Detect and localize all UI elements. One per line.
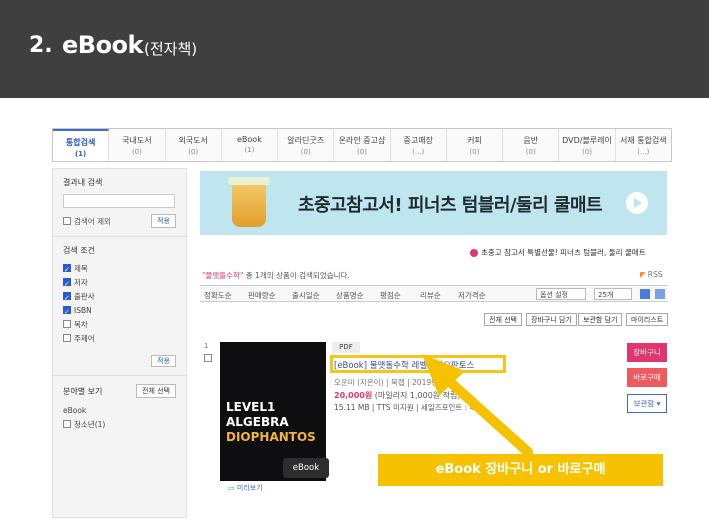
category-checkbox[interactable] xyxy=(63,420,71,428)
product-title-link[interactable]: [eBook] 물맷돌수학 레벨1 디오판토스 xyxy=(334,359,474,371)
cart-button[interactable]: 장바구니 xyxy=(627,343,667,362)
result-summary: "물맷돌수학" 총 1개의 상품이 검색되었습니다. xyxy=(202,271,350,280)
sort-name[interactable]: 상품명순 xyxy=(336,290,364,301)
sort-accuracy[interactable]: 정확도순 xyxy=(204,290,232,301)
filter-sidebar: 결과내 검색 검색어 제외 적용 검색 조건 제목 저자 출판사 ISBN 목차… xyxy=(52,168,187,518)
category-tabs: 통합검색 (1) 국내도서 (0) 외국도서 (0) eBook (1) 알라딘굿즈 (0… xyxy=(52,128,672,162)
row-number: 1 xyxy=(204,342,209,350)
within-search-input[interactable] xyxy=(63,194,175,208)
condition-checkbox[interactable] xyxy=(63,263,71,277)
promo-dot-icon xyxy=(470,249,478,257)
cover-text: LEVEL1 ALGEBRA xyxy=(226,400,289,429)
within-apply-button[interactable]: 적용 xyxy=(151,214,176,228)
promo-link[interactable]: 초중고 참고서 특별선물! 피너츠 텀블러, 둘리 쿨매트 xyxy=(470,247,646,258)
rss-link[interactable]: ◤ RSS xyxy=(640,270,663,279)
condition-checkbox[interactable] xyxy=(63,320,71,328)
sort-bar: 정확도순 판매량순 출시일순 상품명순 평점순 리뷰순 저가격순 옵션 설정 2… xyxy=(200,285,668,302)
tab-ebook[interactable]: eBook (1) xyxy=(222,129,279,161)
row-checkbox[interactable] xyxy=(204,354,212,362)
condition-apply-button[interactable]: 적용 xyxy=(151,355,176,367)
condition-checkbox[interactable] xyxy=(63,277,71,291)
condition-title: 검색 조건 xyxy=(63,246,95,255)
condition-author[interactable]: 저자 xyxy=(63,276,176,291)
callout-label: eBook 장바구니 or 바로구매 xyxy=(378,454,663,486)
tab-coffee[interactable]: 커피 (0) xyxy=(447,129,504,161)
condition-title-field[interactable]: 제목 xyxy=(63,262,176,277)
product-price: 20,000원 (마일리지 1,000원 적립) xyxy=(334,391,461,400)
sort-low-price[interactable]: 저가격순 xyxy=(458,290,486,301)
select-all-button[interactable]: 전체 선택 xyxy=(484,313,522,326)
tab-dvd[interactable]: DVD/블루레이 (0) xyxy=(559,129,616,161)
condition-toc[interactable]: 목차 xyxy=(63,318,176,332)
condition-checkbox[interactable] xyxy=(63,305,71,319)
product-file-info: 15.11 MB | TTS 미지원 | 세일즈포인트 : 40 xyxy=(334,403,480,412)
section-subtitle: (전자책) xyxy=(144,40,198,58)
section-title: eBook xyxy=(62,31,144,59)
slide: 2. eBook (전자책) 통합검색 (1) 국내도서 (0) 외국도서 (0) e… xyxy=(0,0,709,529)
mylist-button[interactable]: 마이리스트 xyxy=(626,313,669,326)
sort-review[interactable]: 리뷰순 xyxy=(420,290,441,301)
category-select-all-button[interactable]: 전체 선택 xyxy=(136,384,176,398)
banner-text: 초중고참고서! 피너츠 텀블러/둘리 쿨매트 xyxy=(298,195,603,216)
format-tag: PDF xyxy=(332,342,360,353)
add-cart-button[interactable]: 장바구니 담기 xyxy=(526,313,577,326)
tab-used-store[interactable]: 중고매장 (...) xyxy=(391,129,447,161)
tab-foreign-books[interactable]: 외국도서 (0) xyxy=(166,129,222,161)
condition-keyword[interactable]: 주제어 xyxy=(63,332,176,346)
sort-sales[interactable]: 판매량순 xyxy=(248,290,276,301)
slide-header: 2. eBook (전자책) xyxy=(0,0,709,98)
page-size-select[interactable]: 25개 xyxy=(594,288,632,300)
cover-subtitle: DIOPHANTOS xyxy=(226,430,316,444)
play-icon[interactable] xyxy=(626,192,648,214)
tab-online-used[interactable]: 온라인 중고샵 (0) xyxy=(334,129,391,161)
add-keep-button[interactable]: 보관함 담기 xyxy=(578,313,623,326)
condition-publisher[interactable]: 출판사 xyxy=(63,290,176,305)
product-meta: 오운미 (지은이) | 북랩 | 2019년 8월 xyxy=(334,378,453,387)
tab-library-search[interactable]: 서재 통합검색 (...) xyxy=(616,129,671,161)
tab-domestic-books[interactable]: 국내도서 (0) xyxy=(109,129,166,161)
category-teen[interactable]: 청소년(1) xyxy=(63,418,176,432)
within-search-title: 결과내 검색 xyxy=(63,178,103,187)
except-label: 검색어 제외 xyxy=(74,216,111,226)
tumbler-image xyxy=(228,177,270,229)
except-checkbox[interactable] xyxy=(63,216,71,225)
tab-integrated[interactable]: 통합검색 (1) xyxy=(53,129,110,161)
condition-isbn[interactable]: ISBN xyxy=(63,304,176,319)
tab-music[interactable]: 음반 (0) xyxy=(503,129,560,161)
condition-checkbox[interactable] xyxy=(63,291,71,305)
ebook-badge: eBook xyxy=(283,458,329,478)
condition-checkbox[interactable] xyxy=(63,334,71,342)
section-number: 2. xyxy=(29,33,53,58)
promo-banner[interactable]: 초중고참고서! 피너츠 텀블러/둘리 쿨매트 xyxy=(200,171,667,235)
rss-icon: ◤ xyxy=(640,270,646,279)
grid-view-icon[interactable] xyxy=(655,289,665,299)
within-search-section: 결과내 검색 검색어 제외 적용 xyxy=(53,169,186,237)
category-section: 분야별 보기 전체 선택 eBook 청소년(1) xyxy=(53,376,186,440)
list-view-icon[interactable] xyxy=(640,289,650,299)
keep-button[interactable]: 보관함 ▾ xyxy=(627,394,667,413)
search-condition-section: 검색 조건 제목 저자 출판사 ISBN 목차 주제어 적용 xyxy=(53,237,186,376)
option-select[interactable]: 옵션 설정 xyxy=(536,288,586,300)
buy-now-button[interactable]: 바로구매 xyxy=(627,368,667,387)
category-ebook: eBook xyxy=(63,406,87,415)
sort-release[interactable]: 출시일순 xyxy=(292,290,320,301)
category-title: 분야별 보기 xyxy=(63,386,103,396)
preview-link[interactable]: ▭ 미리보기 xyxy=(228,483,263,493)
tab-goods[interactable]: 알라딘굿즈 (0) xyxy=(278,129,335,161)
sort-rating[interactable]: 평점순 xyxy=(380,290,401,301)
